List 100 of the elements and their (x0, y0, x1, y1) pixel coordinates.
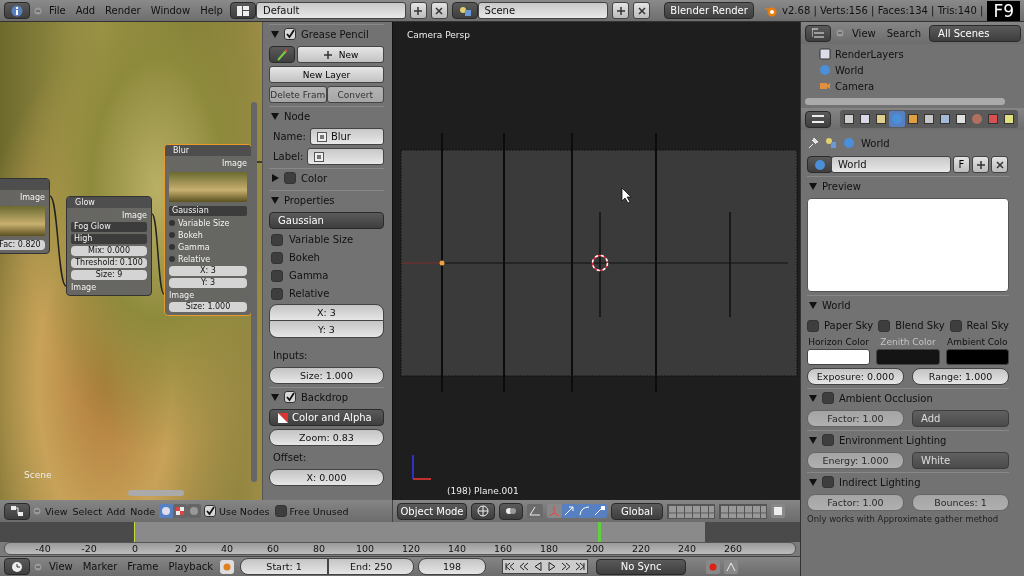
checkbox[interactable] (271, 251, 283, 264)
menu-item[interactable]: Search (883, 27, 925, 39)
checkbox[interactable] (271, 269, 283, 282)
menu-item[interactable]: View (44, 505, 69, 517)
checkbox[interactable] (271, 287, 283, 300)
color-source-dropdown[interactable]: White (912, 452, 1009, 469)
manipulator-icon[interactable] (527, 504, 543, 518)
menu-item[interactable]: Node (129, 505, 157, 517)
node-field[interactable]: Size: 9 (71, 270, 147, 280)
pin-icon[interactable] (807, 137, 819, 149)
keying-icon[interactable] (724, 559, 739, 574)
node-field[interactable]: Threshold: 0.100 (71, 258, 147, 268)
scrollbar[interactable] (128, 490, 184, 496)
filter-type-dropdown[interactable]: Gaussian (269, 212, 384, 229)
jump-to-start-icon[interactable] (503, 560, 518, 573)
checkbox[interactable] (284, 391, 296, 403)
shader-nodes-icon[interactable] (159, 504, 174, 518)
color-swatch[interactable] (807, 349, 871, 365)
world-name-field[interactable]: World (831, 156, 951, 173)
layout-menu[interactable] (229, 2, 256, 19)
previous-keyframe-icon[interactable] (517, 560, 532, 573)
arc-icon[interactable] (577, 504, 592, 518)
number-field[interactable]: Exposure: 0.000 (807, 368, 904, 385)
scale-icon[interactable] (592, 504, 607, 518)
end-frame-field[interactable]: End: 250 (328, 558, 415, 575)
arrow-icon[interactable] (562, 504, 577, 518)
menu-item[interactable]: Help (197, 5, 226, 16)
channels-dropdown[interactable]: Color and Alpha (269, 409, 384, 426)
pivot-dropdown[interactable] (499, 502, 523, 520)
number-field[interactable]: Energy: 1.000 (807, 452, 904, 469)
blend-dropdown[interactable]: Add (912, 410, 1009, 427)
fake-user-button[interactable]: F (953, 156, 970, 173)
editor-type-menu[interactable] (4, 2, 30, 19)
node-checkbox[interactable] (169, 244, 175, 250)
number-field[interactable]: X: 0.000 (269, 469, 384, 486)
new-button[interactable]: New (297, 46, 384, 63)
editor-type-menu[interactable] (4, 558, 30, 575)
checkbox[interactable] (822, 392, 834, 404)
menu-item[interactable]: View (849, 27, 879, 39)
add-button[interactable] (409, 2, 427, 19)
node-checkbox[interactable] (169, 256, 175, 262)
number-field[interactable]: X: 3 (269, 304, 384, 321)
editor-type-menu[interactable] (805, 110, 831, 128)
frame-ruler[interactable]: -40 -20 0 20 40 60 80 100 120 140 160 180 200 220 240 260 (4, 542, 796, 555)
menu-item[interactable]: Render (102, 5, 144, 16)
panel-header[interactable]: Backdrop (269, 387, 384, 406)
number-field[interactable]: Range: 1.000 (912, 368, 1009, 385)
layer-grid[interactable] (667, 503, 715, 519)
render-icon[interactable] (771, 504, 785, 518)
panel-header[interactable]: Color (269, 168, 384, 187)
node-field[interactable]: Y: 3 (169, 278, 247, 288)
checkbox[interactable] (822, 434, 834, 446)
layer-grid[interactable] (719, 503, 767, 519)
scene-field[interactable]: Scene (477, 2, 609, 19)
editor-type-menu[interactable] (4, 502, 30, 520)
mode-dropdown[interactable]: Object Mode (397, 502, 467, 520)
node-field[interactable]: X: 3 (169, 266, 247, 276)
node-field[interactable]: Mix: 0.000 (71, 246, 147, 256)
delete-button[interactable] (430, 2, 448, 19)
node-dropdown[interactable]: Gaussian (169, 206, 247, 216)
node-field[interactable]: Fac: 0.820 (0, 240, 45, 250)
node-field[interactable]: Size: 1.000 (169, 302, 247, 312)
number-field[interactable]: Factor: 1.00 (807, 494, 904, 511)
scrollbar[interactable] (251, 102, 257, 482)
checkbox[interactable] (284, 172, 296, 184)
panel-header[interactable]: World (807, 295, 1009, 314)
delete-button[interactable] (991, 156, 1008, 173)
orientation-dropdown[interactable]: Global (611, 502, 663, 520)
menu-item[interactable]: Add (105, 505, 127, 517)
menu-item[interactable]: File (46, 5, 69, 16)
checkbox[interactable] (949, 319, 962, 332)
menu-item[interactable]: Frame (124, 561, 162, 572)
outliner-item[interactable]: RenderLayers (835, 48, 904, 60)
panel-header[interactable]: Ambient Occlusion (807, 388, 1009, 407)
shading-dropdown[interactable] (471, 502, 495, 520)
label-field[interactable] (307, 148, 384, 165)
menu-item[interactable]: View (46, 561, 76, 572)
number-field[interactable]: Zoom: 0.83 (269, 429, 384, 446)
add-button[interactable] (612, 2, 630, 19)
play-icon[interactable] (545, 560, 560, 573)
outliner-item[interactable]: Camera (835, 80, 875, 92)
checkbox[interactable] (271, 233, 283, 246)
checkbox[interactable] (822, 476, 834, 488)
node-checkbox[interactable] (169, 220, 175, 226)
node-card[interactable]: Glow Image Fog Glow High Mix: 0.000 Threshold: 0.100 Size: 9 Image (66, 196, 152, 296)
panel-header[interactable]: Environment Lighting (807, 430, 1009, 449)
sync-dropdown[interactable]: No Sync (596, 558, 687, 575)
checkbox[interactable] (204, 505, 217, 517)
node-checkbox[interactable] (169, 232, 175, 238)
menu-item[interactable]: Playback (165, 561, 217, 572)
delete-button[interactable] (633, 2, 651, 19)
panel-header[interactable]: Properties (269, 190, 384, 209)
node-dropdown[interactable]: High (71, 234, 147, 244)
number-field[interactable]: Size: 1.000 (269, 367, 384, 384)
node-card[interactable]: Image Fac: 0.820 (0, 178, 50, 254)
number-field[interactable]: Bounces: 1 (912, 494, 1009, 511)
jump-to-end-icon[interactable] (573, 560, 588, 573)
layout-field[interactable]: Default (255, 2, 406, 19)
number-field[interactable]: Factor: 1.00 (807, 410, 904, 427)
menu-item[interactable]: Window (147, 5, 194, 16)
